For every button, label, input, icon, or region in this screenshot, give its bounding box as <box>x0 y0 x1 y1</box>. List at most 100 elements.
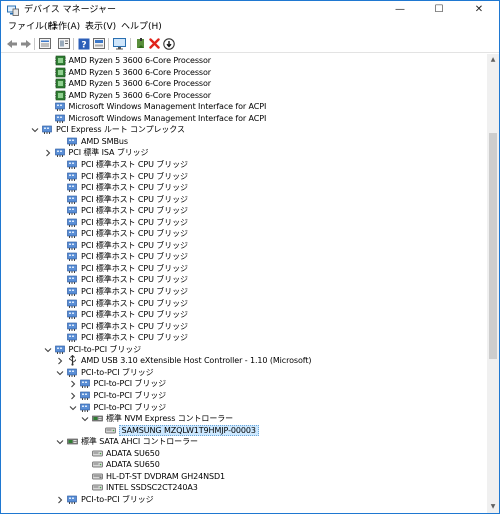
device-label[interactable]: 標準 SATA AHCI コントローラー <box>81 436 198 448</box>
expand-right-chevron-icon[interactable] <box>44 149 52 157</box>
tree-row[interactable]: PCI 標準ホスト CPU ブリッジ <box>1 228 487 240</box>
scroll-up-arrow-icon[interactable]: ▲ <box>487 54 499 66</box>
disable-icon[interactable] <box>162 37 175 50</box>
device-label[interactable]: PCI 標準ホスト CPU ブリッジ <box>81 194 188 206</box>
device-label[interactable]: PCI 標準ホスト CPU ブリッジ <box>81 309 188 321</box>
device-label[interactable]: PCI-to-PCI ブリッジ <box>81 494 154 506</box>
expand-down-chevron-icon[interactable] <box>31 126 39 134</box>
tree-row[interactable]: PCI 標準ホスト CPU ブリッジ <box>1 332 487 344</box>
tree-row[interactable]: PCI-to-PCI ブリッジ <box>1 494 487 506</box>
device-tree[interactable]: AMD Ryzen 5 3600 6-Core Processor AMD Ryz… <box>1 54 487 513</box>
device-label[interactable]: INTEL SSDSC2CT240A3 <box>106 482 198 494</box>
menu-help[interactable]: ヘルプ(H) <box>119 21 164 34</box>
monitor-scan-icon[interactable] <box>113 37 126 50</box>
uninstall-icon[interactable] <box>148 37 161 50</box>
tree-row[interactable]: PCI 標準ホスト CPU ブリッジ <box>1 298 487 310</box>
expand-right-chevron-icon[interactable] <box>69 380 77 388</box>
menu-view[interactable]: 表示(V) <box>83 21 118 34</box>
device-label[interactable]: PCI 標準ホスト CPU ブリッジ <box>81 182 188 194</box>
tree-row[interactable]: AMD SMBus <box>1 136 487 148</box>
tree-row[interactable]: 標準 SATA AHCI コントローラー <box>1 436 487 448</box>
tree-row[interactable]: ADATA SU650 <box>1 448 487 460</box>
device-label[interactable]: PCI 標準ホスト CPU ブリッジ <box>81 321 188 333</box>
expand-down-chevron-icon[interactable] <box>56 369 64 377</box>
device-label[interactable]: PCI 標準 ISA ブリッジ <box>69 147 149 159</box>
tree-row[interactable]: ADATA SU650 <box>1 459 487 471</box>
vertical-scrollbar[interactable]: ▲ ▼ <box>487 54 499 513</box>
tree-row[interactable]: AMD USB 3.10 eXtensible Host Controller … <box>1 355 487 367</box>
tree-row[interactable]: PCI 標準ホスト CPU ブリッジ <box>1 194 487 206</box>
device-label[interactable]: AMD Ryzen 5 3600 6-Core Processor <box>69 55 212 67</box>
device-label[interactable]: AMD Ryzen 5 3600 6-Core Processor <box>69 78 212 90</box>
tree-row[interactable]: AMD Ryzen 5 3600 6-Core Processor <box>1 78 487 90</box>
tree-row[interactable]: PCI 標準ホスト CPU ブリッジ <box>1 159 487 171</box>
expand-right-chevron-icon[interactable] <box>56 357 64 365</box>
expand-right-chevron-icon[interactable] <box>56 496 64 504</box>
tree-row[interactable]: AMD Ryzen 5 3600 6-Core Processor <box>1 67 487 79</box>
tree-row[interactable]: PCI 標準ホスト CPU ブリッジ <box>1 240 487 252</box>
expand-down-chevron-icon[interactable] <box>81 415 89 423</box>
tree-row[interactable]: PCI-to-PCI ブリッジ <box>1 390 487 402</box>
device-label[interactable]: PCI Express ルート コンプレックス <box>56 124 185 136</box>
device-label[interactable]: AMD Ryzen 5 3600 6-Core Processor <box>69 90 212 102</box>
properties-icon[interactable] <box>57 37 70 50</box>
tree-row[interactable]: PCI 標準ホスト CPU ブリッジ <box>1 309 487 321</box>
expand-down-chevron-icon[interactable] <box>69 404 77 412</box>
tree-row[interactable]: PCI 標準ホスト CPU ブリッジ <box>1 182 487 194</box>
device-label[interactable]: PCI-to-PCI ブリッジ <box>94 378 167 390</box>
scroll-thumb[interactable] <box>489 133 497 359</box>
tree-row[interactable]: PCI 標準ホスト CPU ブリッジ <box>1 321 487 333</box>
device-label[interactable]: PCI 標準ホスト CPU ブリッジ <box>81 286 188 298</box>
device-label[interactable]: PCI 標準ホスト CPU ブリッジ <box>81 332 188 344</box>
maximize-button[interactable]: ☐ <box>422 1 456 20</box>
expand-down-chevron-icon[interactable] <box>56 438 64 446</box>
selected-device-label[interactable]: SAMSUNG MZQLW1T9HMJP-00003 <box>118 424 259 437</box>
device-label[interactable]: PCI 標準ホスト CPU ブリッジ <box>81 240 188 252</box>
tree-row[interactable]: PCI 標準ホスト CPU ブリッジ <box>1 274 487 286</box>
expand-right-chevron-icon[interactable] <box>69 392 77 400</box>
device-label[interactable]: AMD USB 3.10 eXtensible Host Controller … <box>81 355 311 367</box>
device-view-icon[interactable] <box>38 37 51 50</box>
device-label[interactable]: PCI 標準ホスト CPU ブリッジ <box>81 274 188 286</box>
add-driver-icon[interactable] <box>134 37 147 50</box>
tree-row[interactable]: PCI 標準ホスト CPU ブリッジ <box>1 251 487 263</box>
device-label[interactable]: PCI 標準ホスト CPU ブリッジ <box>81 228 188 240</box>
device-label[interactable]: PCI 標準ホスト CPU ブリッジ <box>81 217 188 229</box>
tree-row[interactable]: PCI-to-PCI ブリッジ <box>1 402 487 414</box>
tree-row[interactable]: Microsoft Windows Management Interface f… <box>1 113 487 125</box>
menu-action[interactable]: 操作(A) <box>47 21 82 34</box>
device-label[interactable]: PCI-to-PCI ブリッジ <box>94 402 167 414</box>
close-button[interactable]: ✕ <box>462 1 496 20</box>
device-label[interactable]: PCI-to-PCI ブリッジ <box>81 367 154 379</box>
show-hidden-icon[interactable] <box>92 37 105 50</box>
device-label[interactable]: PCI 標準ホスト CPU ブリッジ <box>81 298 188 310</box>
device-label[interactable]: AMD Ryzen 5 3600 6-Core Processor <box>69 67 212 79</box>
device-label[interactable]: PCI 標準ホスト CPU ブリッジ <box>81 205 188 217</box>
tree-row[interactable]: PCI 標準ホスト CPU ブリッジ <box>1 286 487 298</box>
device-label[interactable]: 標準 NVM Express コントローラー <box>106 413 233 425</box>
device-label[interactable]: PCI 標準ホスト CPU ブリッジ <box>81 251 188 263</box>
tree-row[interactable]: PCI 標準ホスト CPU ブリッジ <box>1 171 487 183</box>
title-bar[interactable]: デバイス マネージャー — ☐ ✕ <box>1 1 499 20</box>
tree-row[interactable]: Microsoft Windows Management Interface f… <box>1 101 487 113</box>
tree-row[interactable]: SAMSUNG MZQLW1T9HMJP-00003 <box>1 424 487 437</box>
tree-row[interactable]: AMD Ryzen 5 3600 6-Core Processor <box>1 90 487 102</box>
tree-row[interactable]: AMD Ryzen 5 3600 6-Core Processor <box>1 55 487 67</box>
device-label[interactable]: Microsoft Windows Management Interface f… <box>69 101 267 113</box>
device-label[interactable]: ADATA SU650 <box>106 459 160 471</box>
tree-row[interactable]: PCI 標準ホスト CPU ブリッジ <box>1 217 487 229</box>
device-label[interactable]: PCI-to-PCI ブリッジ <box>94 390 167 402</box>
tree-row[interactable]: PCI-to-PCI ブリッジ <box>1 367 487 379</box>
device-label[interactable]: PCI-to-PCI ブリッジ <box>69 344 142 356</box>
device-label[interactable]: HL-DT-ST DVDRAM GH24NSD1 <box>106 471 225 483</box>
scroll-down-arrow-icon[interactable]: ▼ <box>487 501 499 513</box>
back-arrow-icon[interactable] <box>5 37 18 50</box>
device-label[interactable]: Microsoft Windows Management Interface f… <box>69 113 267 125</box>
tree-row[interactable]: PCI-to-PCI ブリッジ <box>1 378 487 390</box>
device-label[interactable]: PCI 標準ホスト CPU ブリッジ <box>81 159 188 171</box>
device-label[interactable]: PCI 標準ホスト CPU ブリッジ <box>81 171 188 183</box>
minimize-button[interactable]: — <box>383 1 417 20</box>
tree-row[interactable]: PCI 標準ホスト CPU ブリッジ <box>1 205 487 217</box>
tree-row[interactable]: PCI 標準ホスト CPU ブリッジ <box>1 263 487 275</box>
tree-row[interactable]: PCI-to-PCI ブリッジ <box>1 344 487 356</box>
